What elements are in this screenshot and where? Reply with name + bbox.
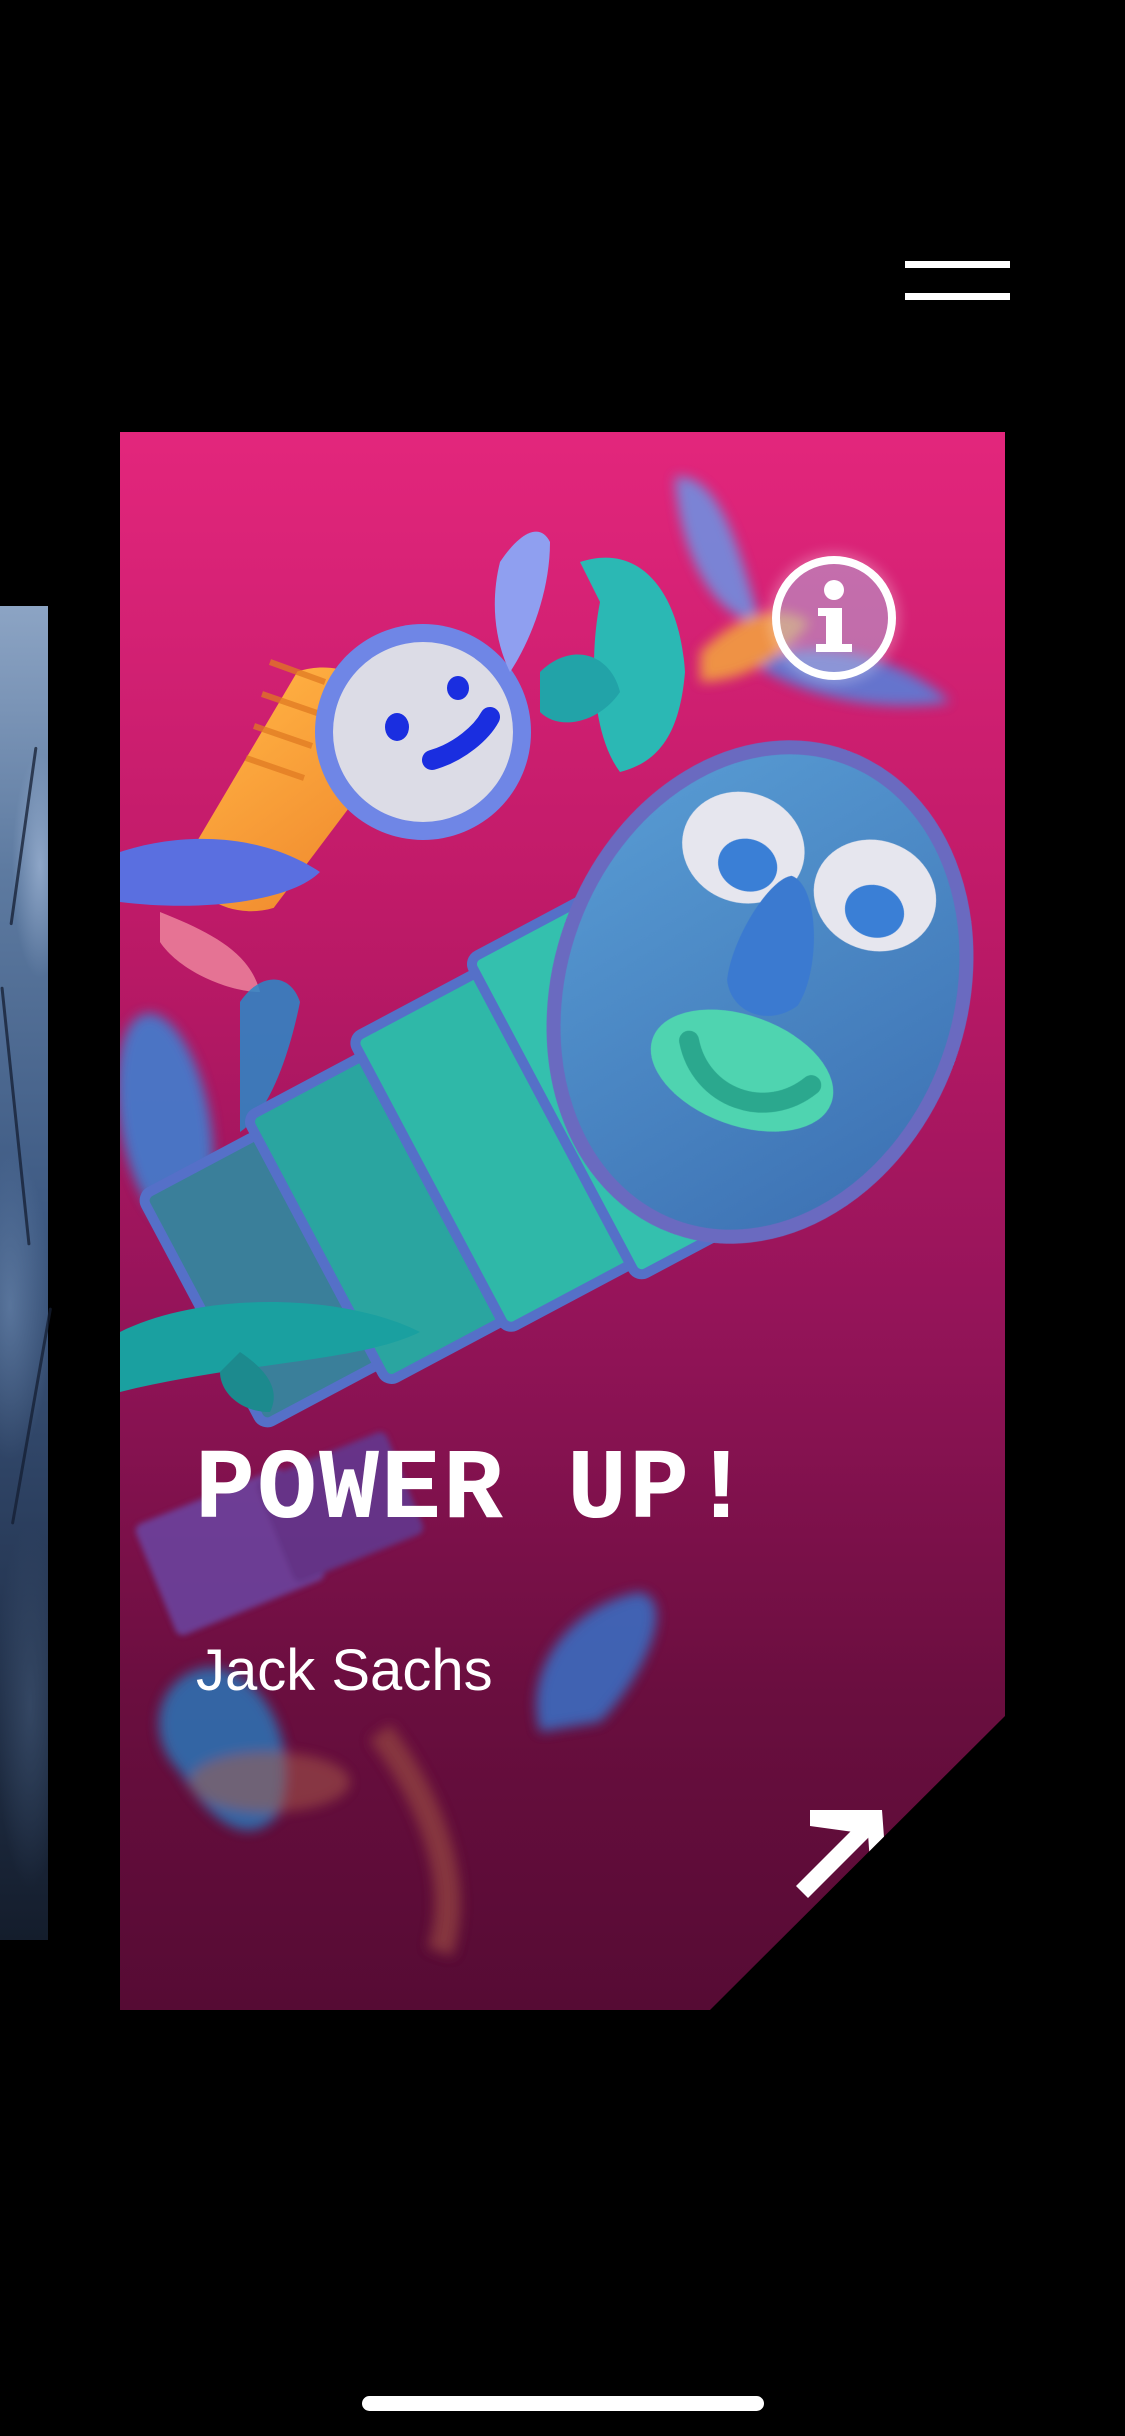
info-icon[interactable] — [770, 554, 898, 682]
artwork-card[interactable]: POWER UP! Jack Sachs — [120, 432, 1005, 2010]
previous-card-artwork-detail — [0, 986, 31, 1246]
card-title: POWER UP! — [195, 1435, 754, 1548]
menu-icon-line-bottom — [905, 293, 1010, 300]
previous-card-artwork-detail — [10, 1307, 53, 1525]
card-author: Jack Sachs — [196, 1638, 493, 1703]
arrow-up-right-icon[interactable] — [780, 1792, 900, 1912]
menu-icon-line-top — [905, 261, 1010, 268]
menu-button[interactable] — [905, 258, 1010, 304]
previous-card-artwork-detail — [9, 746, 38, 926]
previous-card-peek[interactable] — [0, 606, 53, 1940]
home-indicator[interactable] — [362, 2396, 764, 2411]
